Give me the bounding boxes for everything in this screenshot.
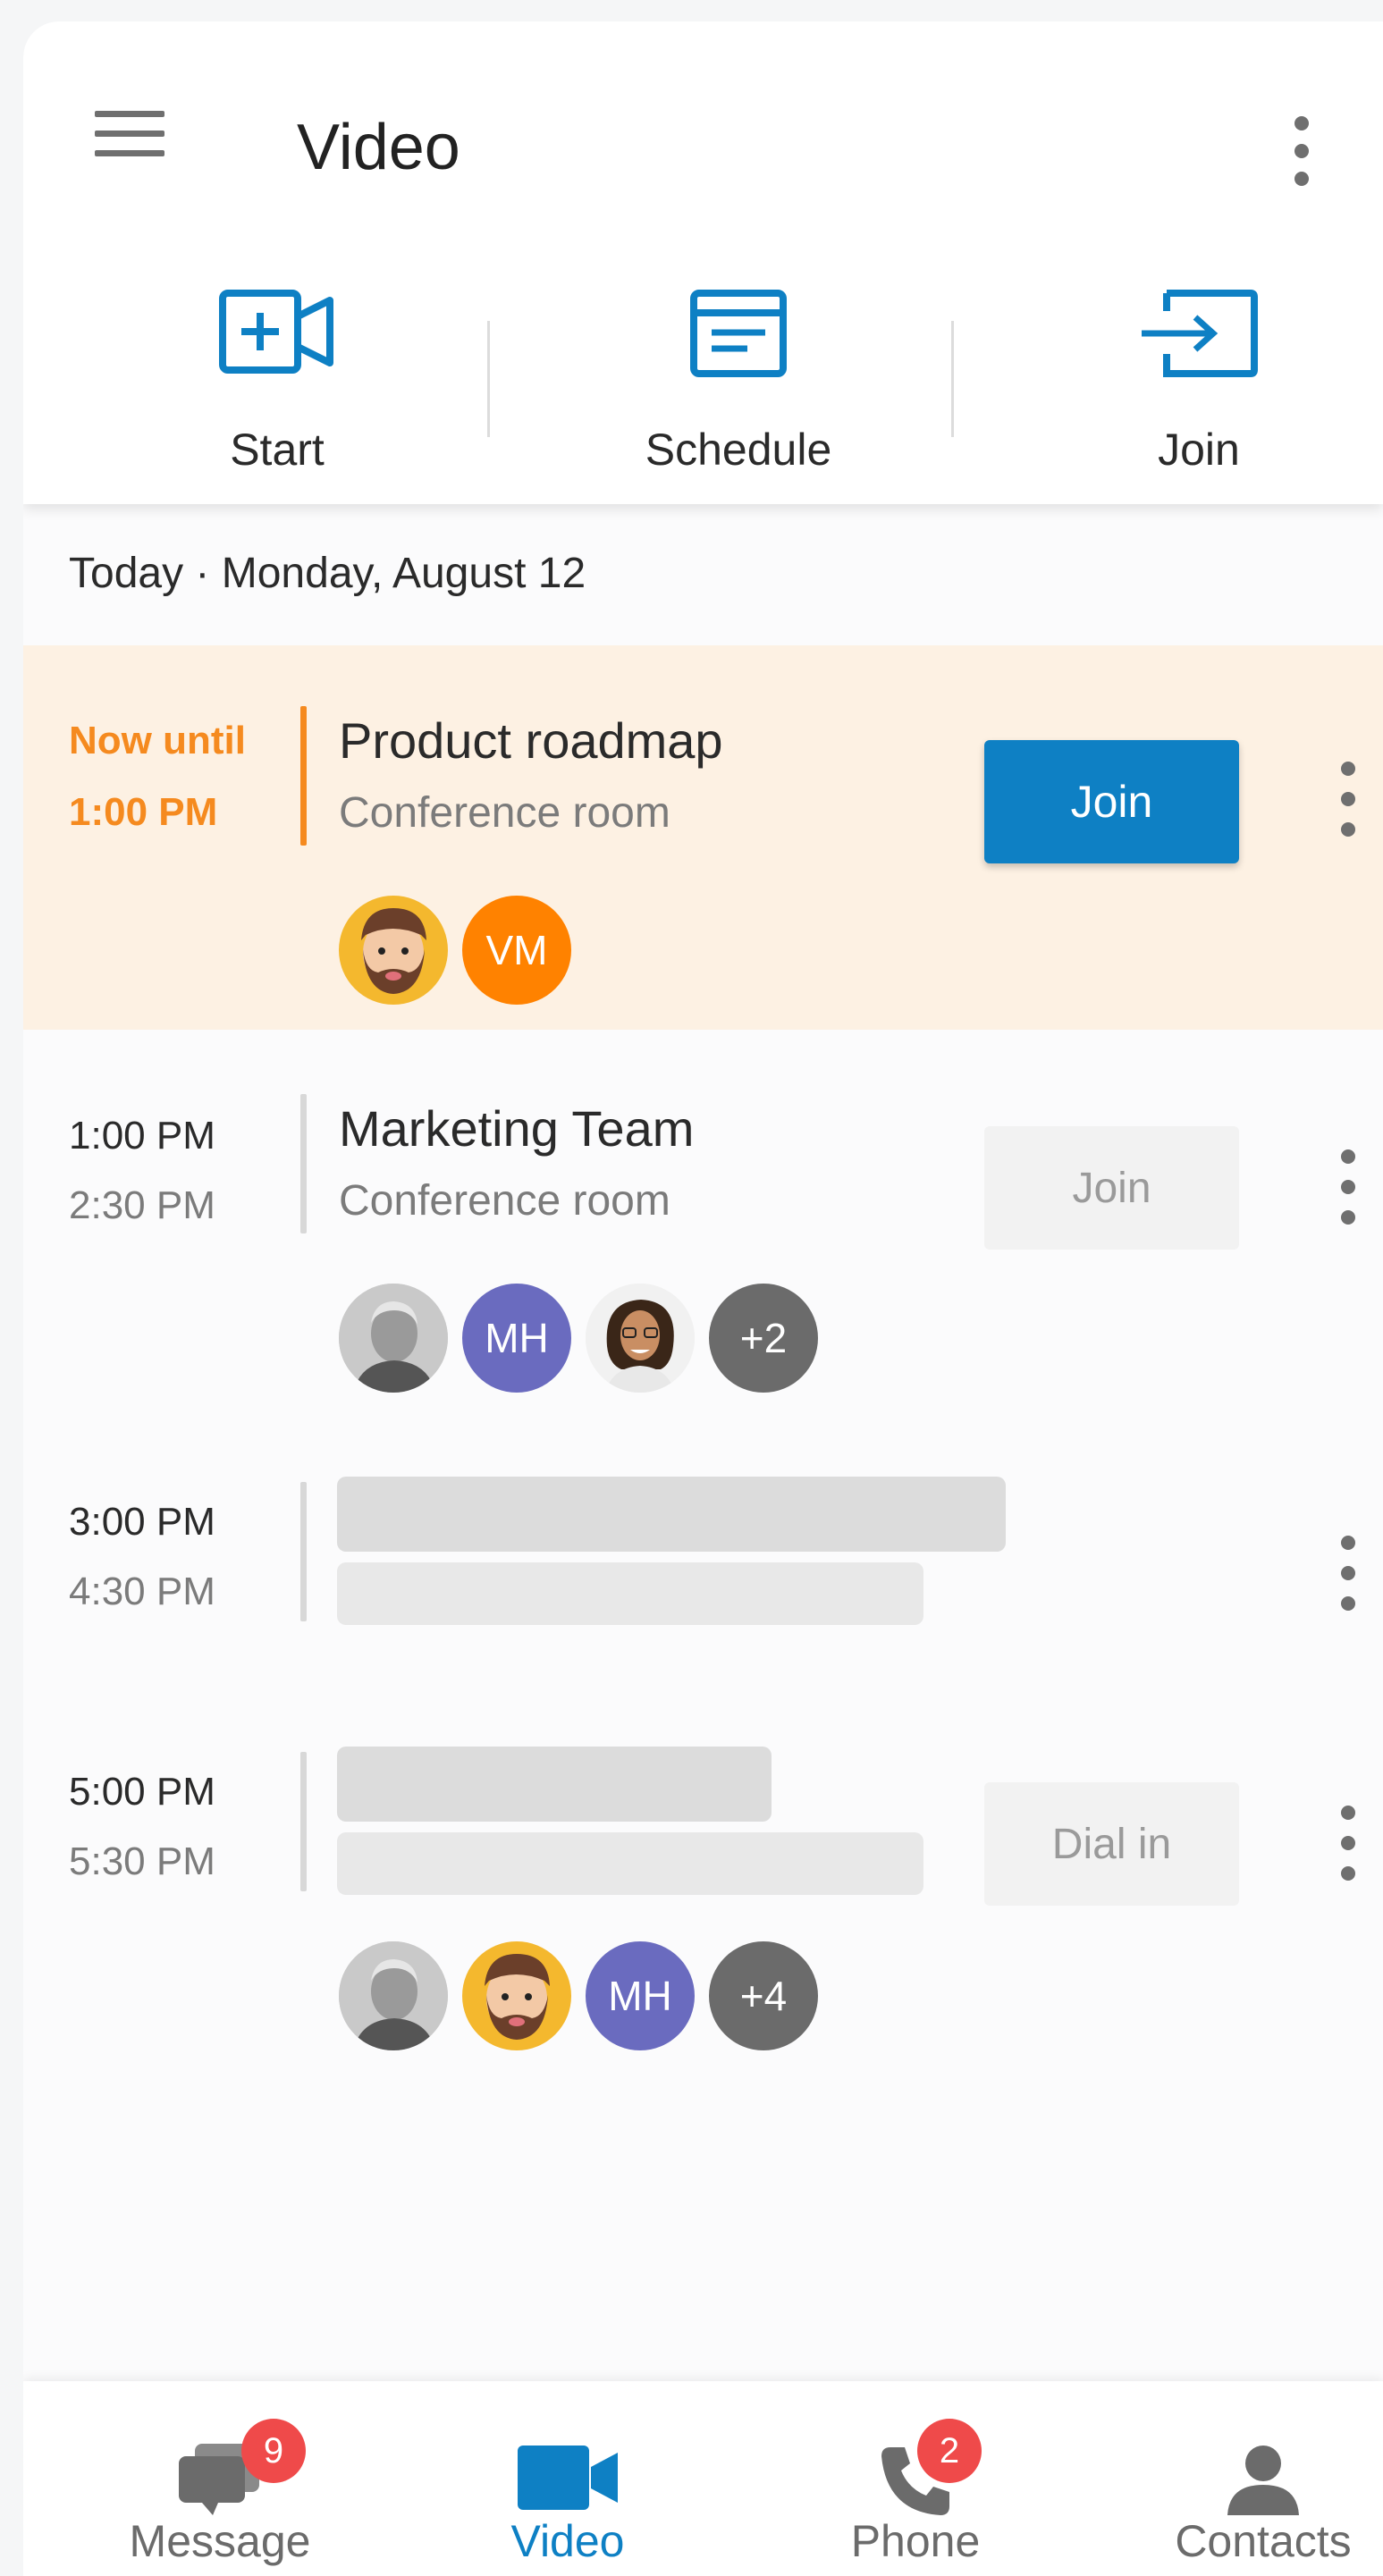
- meeting-start-time: Now until: [69, 719, 246, 762]
- more-options-icon[interactable]: [1330, 1536, 1366, 1625]
- nav-label: Contacts: [1175, 2516, 1352, 2566]
- skeleton-title: [337, 1477, 1006, 1552]
- time-indicator: [300, 1094, 307, 1233]
- more-options-icon[interactable]: [1284, 116, 1320, 188]
- page-title: Video: [297, 112, 460, 183]
- start-label: Start: [230, 425, 325, 475]
- meeting-end-time: 4:30 PM: [69, 1570, 215, 1613]
- avatar-initials: MH: [462, 1284, 571, 1393]
- person-icon: [1227, 2446, 1299, 2515]
- bottom-navigation: 9 Message Video 2 Phone Contacts: [23, 2381, 1383, 2576]
- meeting-end-time: 2:30 PM: [69, 1183, 215, 1227]
- meeting-title: Marketing Team: [339, 1100, 695, 1157]
- avatar-more-count: +2: [709, 1284, 818, 1393]
- schedule-button[interactable]: Schedule: [604, 290, 873, 495]
- time-indicator: [300, 706, 307, 846]
- start-button[interactable]: Start: [143, 290, 411, 495]
- meeting-start-time: 1:00 PM: [69, 1114, 215, 1158]
- meeting-end-time: 5:30 PM: [69, 1839, 215, 1883]
- video-camera-icon: [518, 2446, 618, 2510]
- meeting-card-loading[interactable]: 3:00 PM 4:30 PM: [23, 1414, 1383, 1682]
- meeting-card-loading[interactable]: 5:00 PM 5:30 PM Dial in MH +4: [23, 1682, 1383, 2058]
- skeleton-subtitle: [337, 1562, 923, 1625]
- nav-phone[interactable]: 2 Phone: [746, 2381, 1085, 2576]
- more-options-icon[interactable]: [1330, 1149, 1366, 1239]
- menu-icon[interactable]: [93, 111, 164, 182]
- nav-contacts[interactable]: Contacts: [1093, 2381, 1383, 2576]
- join-button[interactable]: Join: [984, 1126, 1239, 1250]
- skeleton-subtitle: [337, 1832, 923, 1895]
- avatar-photo-older-man: [339, 1941, 448, 2050]
- meeting-location: Conference room: [339, 1177, 670, 1225]
- meeting-start-time: 3:00 PM: [69, 1500, 215, 1544]
- join-button[interactable]: Join: [984, 740, 1239, 863]
- date-header: Today · Monday, August 12: [69, 550, 586, 597]
- join-label: Join: [1158, 425, 1240, 475]
- nav-label: Phone: [850, 2516, 981, 2566]
- schedule-label: Schedule: [645, 425, 832, 475]
- avatar-photo-woman: [586, 1284, 695, 1393]
- time-indicator: [300, 1482, 307, 1621]
- avatar-bearded-man: [339, 896, 448, 1005]
- header: Video Start Schedule Join: [23, 21, 1383, 504]
- nav-label: Message: [129, 2516, 311, 2566]
- dial-in-button[interactable]: Dial in: [984, 1782, 1239, 1906]
- avatar-initials: MH: [586, 1941, 695, 2050]
- meeting-start-time: 5:00 PM: [69, 1770, 215, 1814]
- more-options-icon[interactable]: [1330, 1806, 1366, 1895]
- video-app: Video Start Schedule Join Today · Monday…: [23, 21, 1383, 2576]
- meeting-location: Conference room: [339, 789, 670, 837]
- avatar-initials: VM: [462, 896, 571, 1005]
- message-badge: 9: [241, 2419, 306, 2483]
- avatar-more-count: +4: [709, 1941, 818, 2050]
- meeting-card[interactable]: 1:00 PM 2:30 PM Marketing Team Conferenc…: [23, 1030, 1383, 1414]
- meeting-end-time: 1:00 PM: [69, 790, 218, 834]
- divider: [951, 321, 954, 437]
- divider: [487, 321, 490, 437]
- meeting-card-active[interactable]: Now until 1:00 PM Product roadmap Confer…: [23, 645, 1383, 1030]
- video-plus-icon: [219, 290, 333, 374]
- avatar-photo-older-man: [339, 1284, 448, 1393]
- join-arrow-icon: [1142, 290, 1258, 377]
- nav-message[interactable]: 9 Message: [50, 2381, 390, 2576]
- more-options-icon[interactable]: [1330, 762, 1366, 851]
- nav-label: Video: [510, 2516, 625, 2566]
- avatar-bearded-man: [462, 1941, 571, 2050]
- skeleton-title: [337, 1747, 772, 1822]
- nav-video[interactable]: Video: [398, 2381, 738, 2576]
- join-meeting-button[interactable]: Join: [1065, 290, 1333, 495]
- calendar-icon: [690, 290, 787, 377]
- meeting-title: Product roadmap: [339, 712, 723, 769]
- time-indicator: [300, 1752, 307, 1891]
- phone-badge: 2: [917, 2419, 982, 2483]
